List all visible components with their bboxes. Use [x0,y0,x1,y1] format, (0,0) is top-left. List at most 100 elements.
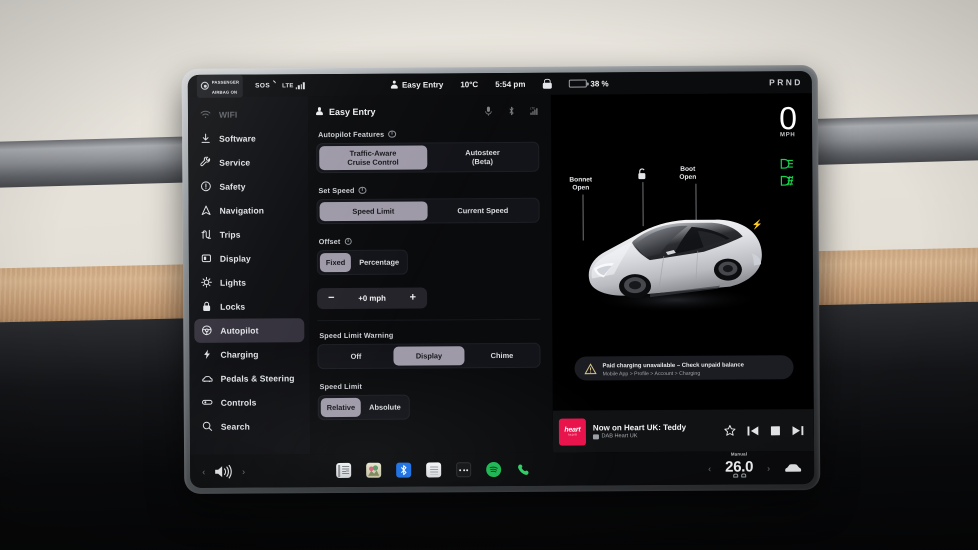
speed-limit-segmented-control[interactable]: Relative Absolute [317,394,410,421]
spotify-app-icon[interactable] [486,462,502,478]
sidebar-item-pedals-steering[interactable]: Pedals & Steering [195,366,305,390]
phone-app-icon[interactable] [516,462,531,477]
sidebar-item-wifi[interactable]: WIFI [193,102,303,126]
speedometer: 0 MPH [779,100,796,138]
segment-option-line: Cruise Control [347,157,399,167]
driver-profile-button[interactable]: Easy Entry [391,80,443,89]
climate-increase-chevron-icon[interactable]: › [767,463,770,473]
callout-boot-open: Boot Open [679,166,696,182]
segment-option[interactable]: Traffic-Aware Cruise Control [319,145,427,171]
bluetooth-icon[interactable] [507,105,516,115]
favourite-icon[interactable] [724,425,736,437]
section-title: Set Speed [318,185,355,196]
passenger-airbag-indicator: PASSENGER AIRBAG ON [196,74,244,98]
stepper-increase-button[interactable]: + [410,292,417,304]
speed-limit-label: Speed Limit [320,381,541,391]
photo-scene: PASSENGER AIRBAG ON SOS LTE Easy Entry 1… [0,0,978,550]
display-icon [201,253,212,264]
segment-option[interactable]: Relative [320,397,362,418]
sos-label: SOS [255,81,271,89]
volume-control[interactable]: ‹ › [202,464,320,479]
volume-speaker-icon[interactable] [214,464,233,478]
safety-icon [200,181,211,192]
segment-option[interactable]: Absolute [363,398,407,417]
vehicle-illustration [588,219,763,313]
album-art[interactable]: heart RADIO [558,417,587,446]
segment-option[interactable]: Autosteer (Beta) [429,145,537,170]
next-icon[interactable] [792,425,804,436]
battery-icon [568,79,587,88]
vehicle-quick-controls-icon[interactable] [784,462,802,473]
sidebar-item-trips[interactable]: Trips [194,222,304,246]
sidebar-item-locks[interactable]: Locks [194,294,304,318]
sos-button[interactable]: SOS [255,82,270,89]
sidebar-item-display[interactable]: Display [194,246,304,270]
segmented-control-set-speed[interactable]: Speed Limit Current Speed [316,197,540,225]
autopilot-settings-panel: Easy Entry LTE Autopilot Features i Traf… [307,94,554,455]
volume-next-chevron-icon[interactable]: › [242,466,245,476]
sidebar-item-search[interactable]: Search [195,414,305,438]
network-label: LTE [282,83,294,90]
touchscreen-bezel: PASSENGER AIRBAG ON SOS LTE Easy Entry 1… [181,65,821,494]
toast-line1: Paid charging unavailable – Check unpaid… [602,362,744,369]
sidebar-item-safety[interactable]: Safety [193,174,303,198]
svg-text:LTE: LTE [530,106,535,110]
media-title: Now on Heart UK: Teddy [592,422,687,433]
segment-option[interactable]: Current Speed [429,201,537,221]
volume-prev-chevron-icon[interactable]: ‹ [202,466,205,476]
settings-sidebar: WIFI Software Service Safety Navigation Trips… [187,96,311,455]
controls-icon [202,397,213,408]
sidebar-item-label: Navigation [219,205,265,216]
bluetooth-app-icon[interactable] [396,462,412,478]
climate-temperature-box[interactable]: Manual 26.0 [725,451,753,478]
battery-indicator[interactable]: 38 % [568,79,609,88]
previous-icon[interactable] [747,425,759,436]
speed-limit-warning-title: Speed Limit Warning [319,330,394,341]
stop-icon[interactable] [770,425,781,436]
sidebar-item-controls[interactable]: Controls [195,390,305,414]
microphone-icon[interactable] [484,106,493,116]
sidebar-item-label: Lights [219,277,247,288]
airbag-icon [200,81,209,90]
sidebar-item-charging[interactable]: Charging [194,342,304,366]
info-icon[interactable] [344,237,352,246]
calendar-app-icon[interactable] [366,462,382,478]
profile-icon [316,107,323,116]
notes-app-icon[interactable] [426,462,442,478]
segment-option[interactable]: Percentage [353,253,405,272]
speed-limit-warning-segmented-control[interactable]: Off Display Chime [317,342,541,370]
seat-heater-right-icon[interactable] [740,473,746,478]
segment-option[interactable]: Display [393,346,465,366]
more-apps-icon[interactable] [456,462,472,478]
seat-heater-left-icon[interactable] [732,473,738,478]
panel-header: Easy Entry LTE [316,102,539,120]
segmented-control-offset[interactable]: Fixed Percentage [316,249,409,276]
sidebar-item-software[interactable]: Software [193,126,303,150]
stepper-value: +0 mph [358,293,386,303]
sidebar-item-navigation[interactable]: Navigation [194,198,304,222]
section-title: Autopilot Features [318,129,385,140]
segment-option[interactable]: Fixed [319,252,352,273]
sidebar-item-service[interactable]: Service [193,150,303,174]
segment-option[interactable]: Off [320,347,391,366]
sidebar-item-lights[interactable]: Lights [194,270,304,294]
offset-stepper[interactable]: − +0 mph + [317,287,428,310]
callout-bonnet-open: Bonnet Open [569,176,592,192]
album-sub-label: RADIO [567,433,578,437]
charging-notification-toast[interactable]: Paid charging unavailable – Check unpaid… [574,355,794,381]
toast-text: Paid charging unavailable – Check unpaid… [602,358,744,378]
info-icon[interactable] [388,130,396,138]
segment-option[interactable]: Speed Limit [319,201,428,222]
info-icon[interactable] [358,186,367,195]
sidebar-item-label: Autopilot [220,325,259,336]
segmented-control-autopilot-features[interactable]: Traffic-Aware Cruise Control Autosteer (Bet… [316,141,540,174]
segment-option[interactable]: Chime [466,346,537,365]
climate-decrease-chevron-icon[interactable]: ‹ [708,463,711,473]
phonebook-app-icon[interactable] [336,462,352,479]
stepper-decrease-button[interactable]: − [328,292,335,304]
wifi-icon [200,109,211,120]
airbag-label-line2: AIRBAG ON [211,89,238,95]
bolt-icon [201,349,212,360]
sidebar-item-autopilot[interactable]: Autopilot [194,318,305,343]
unlock-icon[interactable] [542,79,551,89]
